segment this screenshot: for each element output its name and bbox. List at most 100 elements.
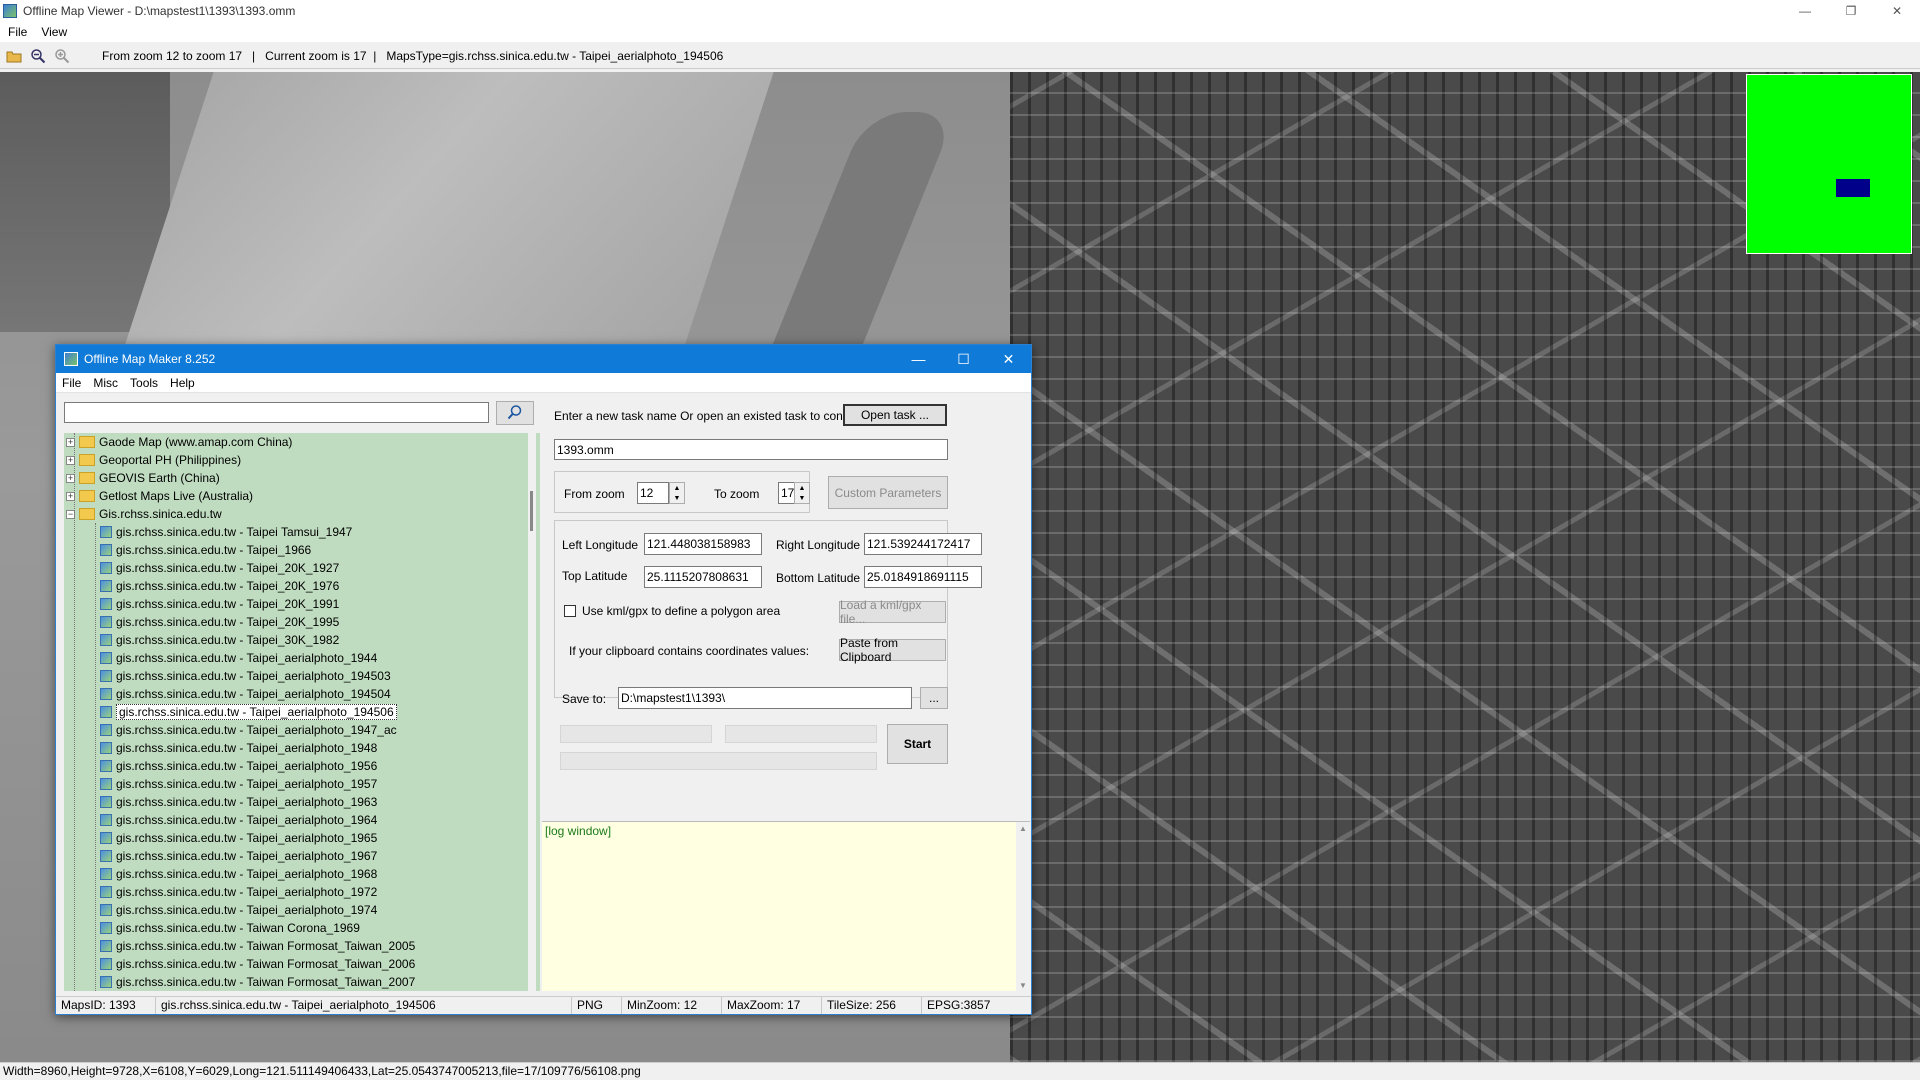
paste-clipboard-button[interactable]: Paste from Clipboard <box>839 636 946 664</box>
tree-folder[interactable]: + GEOVIS Earth (China) <box>64 469 540 487</box>
tree-map-item[interactable]: gis.rchss.sinica.edu.tw - Taipei_aerialp… <box>64 901 540 919</box>
custom-parameters-button[interactable]: Custom Parameters <box>828 476 948 509</box>
tree-map-item[interactable]: gis.rchss.sinica.edu.tw - Taiwan Formosa… <box>64 937 540 955</box>
close-button[interactable]: ✕ <box>1874 0 1920 22</box>
dialog-menu-file[interactable]: File <box>62 376 81 390</box>
minimap[interactable] <box>1746 74 1912 254</box>
stepper-down-icon[interactable]: ▼ <box>674 495 681 502</box>
from-zoom-input[interactable]: 12 <box>637 482 669 504</box>
tree-map-item[interactable]: gis.rchss.sinica.edu.tw - Taipei_aerialp… <box>64 739 540 757</box>
tree-map-item[interactable]: gis.rchss.sinica.edu.tw - Taiwan Formosa… <box>64 973 540 991</box>
dialog-titlebar[interactable]: Offline Map Maker 8.252 — ☐ ✕ <box>56 345 1031 373</box>
map-image-icon <box>100 940 112 952</box>
task-prompt-label: Enter a new task name Or open an existed… <box>554 409 873 423</box>
tree-map-item[interactable]: gis.rchss.sinica.edu.tw - Taipei_20K_199… <box>64 595 540 613</box>
tree-map-item[interactable]: gis.rchss.sinica.edu.tw - Taipei_1966 <box>64 541 540 559</box>
tree-map-item[interactable]: gis.rchss.sinica.edu.tw - Taipei_aerialp… <box>64 685 540 703</box>
tree-map-item-label: gis.rchss.sinica.edu.tw - Taipei_aerialp… <box>116 741 378 755</box>
tree-map-item[interactable]: gis.rchss.sinica.edu.tw - Taipei_aerialp… <box>64 775 540 793</box>
minimap-viewport[interactable] <box>1836 179 1870 197</box>
dialog-close-button[interactable]: ✕ <box>986 345 1031 373</box>
tree-map-item[interactable]: gis.rchss.sinica.edu.tw - Taipei_20K_192… <box>64 559 540 577</box>
to-zoom-stepper[interactable]: ▲ ▼ <box>794 482 810 504</box>
tree-map-item-label: gis.rchss.sinica.edu.tw - Taipei_aerialp… <box>116 777 378 791</box>
menu-view[interactable]: View <box>41 25 67 39</box>
map-type-tree[interactable]: + Gaode Map (www.amap.com China) + Geoporta… <box>64 433 540 991</box>
tree-map-item-label: gis.rchss.sinica.edu.tw - Taiwan Corona_… <box>116 921 360 935</box>
from-zoom-stepper[interactable]: ▲ ▼ <box>669 482 685 504</box>
dialog-minimize-button[interactable]: — <box>896 345 941 373</box>
save-path-input[interactable]: D:\mapstest1\1393\ <box>618 687 912 709</box>
task-name-input[interactable]: 1393.omm <box>554 439 948 460</box>
tree-map-item[interactable]: gis.rchss.sinica.edu.tw - Taipei_20K_197… <box>64 577 540 595</box>
search-row <box>64 401 534 425</box>
log-window[interactable]: [log window] ▲ ▼ <box>542 821 1030 992</box>
tree-map-item-label: gis.rchss.sinica.edu.tw - Taipei_aerialp… <box>116 723 397 737</box>
tree-map-item-label: gis.rchss.sinica.edu.tw - Taipei_1966 <box>116 543 312 557</box>
tree-map-item[interactable]: gis.rchss.sinica.edu.tw - Taipei_30K_198… <box>64 631 540 649</box>
right-longitude-input[interactable]: 121.539244172417 <box>864 533 982 555</box>
map-image-icon <box>100 796 112 808</box>
top-latitude-input[interactable]: 25.1115207808631 <box>644 566 762 588</box>
tree-map-item[interactable]: gis.rchss.sinica.edu.tw - Taipei_aerialp… <box>64 649 540 667</box>
tree-map-item-label: gis.rchss.sinica.edu.tw - Taiwan Formosa… <box>116 939 416 953</box>
left-longitude-input[interactable]: 121.448038158983 <box>644 533 762 555</box>
main-menubar: File View <box>0 22 1920 42</box>
dialog-menu-misc[interactable]: Misc <box>93 376 118 390</box>
tree-map-item[interactable]: gis.rchss.sinica.edu.tw - Taipei_aerialp… <box>64 847 540 865</box>
tree-map-item[interactable]: gis.rchss.sinica.edu.tw - Taiwan Formosa… <box>64 955 540 973</box>
tree-map-item[interactable]: gis.rchss.sinica.edu.tw - Taipei_aerialp… <box>64 721 540 739</box>
search-button[interactable] <box>496 401 534 425</box>
tree-folder[interactable]: + Geoportal PH (Philippines) <box>64 451 540 469</box>
dialog-menu-help[interactable]: Help <box>170 376 195 390</box>
zoom-out-icon[interactable] <box>28 46 48 66</box>
tree-scrollbar[interactable] <box>528 433 536 991</box>
start-button[interactable]: Start <box>887 724 948 764</box>
tree-folder[interactable]: + Getlost Maps Live (Australia) <box>64 487 540 505</box>
stepper-down-icon[interactable]: ▼ <box>799 495 806 502</box>
window-titlebar: Offline Map Viewer - D:\mapstest1\1393\1… <box>0 0 1920 22</box>
map-image-icon <box>100 778 112 790</box>
scroll-down-icon[interactable]: ▼ <box>1019 981 1027 990</box>
status-min-zoom: MinZoom: 12 <box>622 997 722 1014</box>
tree-map-item[interactable]: gis.rchss.sinica.edu.tw - Taipei_20K_199… <box>64 613 540 631</box>
search-input[interactable] <box>64 402 489 423</box>
menu-file[interactable]: File <box>8 25 27 39</box>
zoom-in-icon[interactable] <box>52 46 72 66</box>
log-scrollbar[interactable]: ▲ ▼ <box>1016 822 1030 992</box>
map-image-icon <box>100 814 112 826</box>
tree-scrollbar-thumb[interactable] <box>530 491 533 531</box>
tree-map-item[interactable]: gis.rchss.sinica.edu.tw - Taipei_aerialp… <box>64 793 540 811</box>
scroll-up-icon[interactable]: ▲ <box>1019 824 1027 833</box>
map-image-icon <box>100 616 112 628</box>
load-kml-button[interactable]: Load a kml/gpx file... <box>839 598 946 626</box>
browse-button[interactable]: ... <box>920 687 948 709</box>
tree-map-item[interactable]: gis.rchss.sinica.edu.tw - Taipei_aerialp… <box>64 703 540 721</box>
tree-map-item-label: gis.rchss.sinica.edu.tw - Taipei_aerialp… <box>116 651 378 665</box>
dialog-title: Offline Map Maker 8.252 <box>84 352 216 366</box>
minimize-button[interactable]: — <box>1782 0 1828 22</box>
open-task-button[interactable]: Open task ... <box>843 404 947 426</box>
tree-folder[interactable]: + Gaode Map (www.amap.com China) <box>64 433 540 451</box>
use-kml-checkbox[interactable] <box>564 605 576 617</box>
tree-map-item[interactable]: gis.rchss.sinica.edu.tw - Taipei_aerialp… <box>64 757 540 775</box>
tree-map-item[interactable]: gis.rchss.sinica.edu.tw - Taipei_aerialp… <box>64 829 540 847</box>
restore-button[interactable]: ❐ <box>1828 0 1874 22</box>
stepper-up-icon[interactable]: ▲ <box>799 485 806 492</box>
log-text: [log window] <box>545 824 612 838</box>
tree-map-item[interactable]: gis.rchss.sinica.edu.tw - Taipei_aerialp… <box>64 667 540 685</box>
tree-map-item[interactable]: gis.rchss.sinica.edu.tw - Taiwan Corona_… <box>64 919 540 937</box>
tree-folder[interactable]: − Gis.rchss.sinica.edu.tw <box>64 505 540 523</box>
tree-map-item[interactable]: gis.rchss.sinica.edu.tw - Taipei_aerialp… <box>64 865 540 883</box>
tree-map-item[interactable]: gis.rchss.sinica.edu.tw - Taipei_aerialp… <box>64 883 540 901</box>
bottom-latitude-input[interactable]: 25.0184918691115 <box>864 566 982 588</box>
dialog-maximize-button[interactable]: ☐ <box>941 345 986 373</box>
folder-icon <box>79 508 95 520</box>
open-folder-icon[interactable] <box>4 46 24 66</box>
tree-map-item[interactable]: gis.rchss.sinica.edu.tw - Taipei_aerialp… <box>64 811 540 829</box>
dialog-menu-tools[interactable]: Tools <box>130 376 158 390</box>
tree-map-item[interactable]: gis.rchss.sinica.edu.tw - Taipei Tamsui_… <box>64 523 540 541</box>
tree-map-item-label: gis.rchss.sinica.edu.tw - Taipei_aerialp… <box>116 795 378 809</box>
tree-map-item-label: gis.rchss.sinica.edu.tw - Taipei_aerialp… <box>116 813 378 827</box>
stepper-up-icon[interactable]: ▲ <box>674 485 681 492</box>
